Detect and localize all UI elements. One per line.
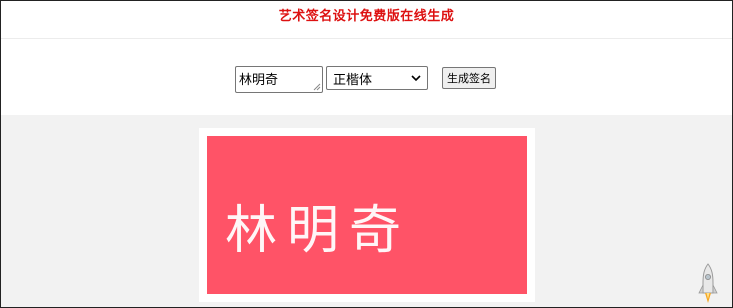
chevron-down-icon — [411, 75, 421, 82]
font-style-select[interactable]: 正楷体 — [326, 66, 428, 90]
signature-image: 林明奇 — [207, 136, 527, 294]
preview-area: 林明奇 — [1, 115, 732, 307]
header: 艺术签名设计免费版在线生成 — [1, 1, 732, 39]
signature-text: 林明奇 — [225, 201, 412, 261]
generate-button[interactable]: 生成签名 — [442, 67, 496, 89]
signature-card: 林明奇 — [199, 128, 535, 302]
page-title: 艺术签名设计免费版在线生成 — [278, 9, 455, 24]
page: 艺术签名设计免费版在线生成 林明奇 正楷体 生成签名 林明奇 — [0, 0, 733, 308]
rocket-icon[interactable] — [697, 263, 719, 305]
signature-form: 林明奇 正楷体 生成签名 — [1, 39, 732, 115]
name-input[interactable]: 林明奇 — [235, 66, 323, 93]
font-style-selected: 正楷体 — [333, 72, 373, 88]
